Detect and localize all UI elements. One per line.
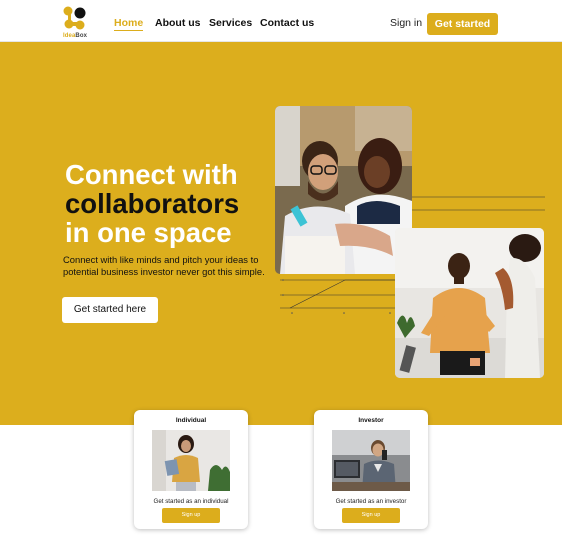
nav-link-home[interactable]: Home xyxy=(114,17,144,31)
headline-line-1: Connect with xyxy=(65,159,238,190)
logo-wordmark: IdeaBox xyxy=(63,33,88,39)
individual-sign-up-button[interactable]: Sign up xyxy=(162,508,220,523)
get-started-here-button[interactable]: Get started here xyxy=(62,297,158,323)
hero-section: Connect with collaborators in one space … xyxy=(0,42,562,425)
card-description: Get started as an investor xyxy=(335,498,407,505)
investor-card: Investor Get started as an investor Sign… xyxy=(314,410,428,529)
get-started-button[interactable]: Get started xyxy=(427,13,498,35)
hero-subtext: Connect with like minds and pitch your i… xyxy=(63,254,265,277)
top-navbar: IdeaBox Home About us Services Contact u… xyxy=(0,0,562,42)
sign-in-link[interactable]: Sign in xyxy=(390,17,422,29)
card-title: Investor xyxy=(358,417,384,424)
headline-line-3: in one space xyxy=(65,217,232,248)
investor-photo xyxy=(332,430,410,491)
individual-card: Individual Get started as an individual … xyxy=(134,410,248,529)
card-description: Get started as an individual xyxy=(153,498,229,505)
headline-line-2: collaborators xyxy=(65,188,240,219)
presentation-photo xyxy=(395,228,544,378)
collaborators-photo xyxy=(275,106,412,274)
nav-link-contact[interactable]: Contact us xyxy=(260,17,314,29)
card-title: Individual xyxy=(175,417,207,424)
individual-photo xyxy=(152,430,230,491)
nav-link-about[interactable]: About us xyxy=(155,17,201,29)
hero-headline: Connect with collaborators in one space xyxy=(65,160,239,247)
nav-link-services[interactable]: Services xyxy=(209,17,252,29)
investor-sign-up-button[interactable]: Sign up xyxy=(342,508,400,523)
